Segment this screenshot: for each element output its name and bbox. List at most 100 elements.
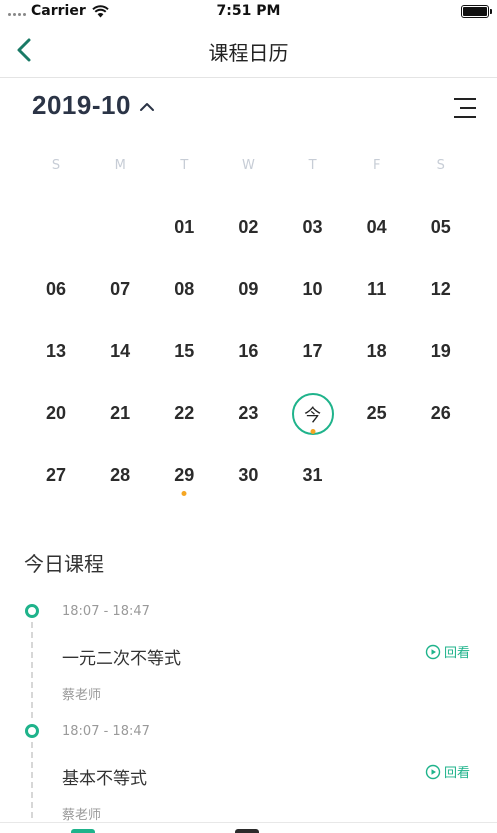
calendar-day[interactable]: 19 xyxy=(409,320,473,382)
weekday-label: M xyxy=(114,158,126,173)
weekday-header: S M T W T F S xyxy=(24,158,473,173)
status-time: 7:51 PM xyxy=(216,3,281,19)
replay-button[interactable]: 回看 xyxy=(425,762,470,781)
calendar-day[interactable]: 26 xyxy=(409,383,473,445)
calendar-day[interactable]: 29 xyxy=(152,445,216,507)
calendar-day-blank xyxy=(88,196,152,258)
month-picker[interactable]: 2019-10 xyxy=(32,90,155,121)
calendar-day[interactable]: 08 xyxy=(152,258,216,320)
calendar-day[interactable]: 01 xyxy=(152,196,216,258)
calendar-day[interactable]: 07 xyxy=(88,258,152,320)
calendar-day[interactable]: 22 xyxy=(152,383,216,445)
calendar-day-number: 23 xyxy=(238,403,259,424)
weekday-label: S xyxy=(51,158,61,173)
calendar-day-today[interactable]: 今 xyxy=(281,383,345,445)
calendar-day[interactable]: 30 xyxy=(216,445,280,507)
course-name: 一元二次不等式 xyxy=(62,649,181,669)
calendar-day-number: 13 xyxy=(46,340,67,361)
calendar-day[interactable]: 09 xyxy=(216,258,280,320)
calendar-day-number: 03 xyxy=(302,216,323,237)
calendar-day-number: 04 xyxy=(366,216,387,237)
calendar-day-number: 15 xyxy=(174,340,195,361)
course-indicator-dot xyxy=(181,490,187,496)
calendar-day-number: 28 xyxy=(110,465,131,486)
calendar-day[interactable]: 27 xyxy=(24,445,88,507)
calendar-day-number: 02 xyxy=(238,216,259,237)
calendar-day[interactable]: 28 xyxy=(88,445,152,507)
calendar-day-number: 11 xyxy=(367,278,387,299)
calendar-day-number: 01 xyxy=(174,216,195,237)
calendar-day-number: 06 xyxy=(46,278,67,299)
calendar-day[interactable]: 25 xyxy=(345,383,409,445)
timeline-node-icon xyxy=(25,604,39,618)
calendar-day[interactable]: 13 xyxy=(24,320,88,382)
replay-label: 回看 xyxy=(443,646,470,661)
calendar-day-blank xyxy=(24,196,88,258)
timeline-connector xyxy=(31,742,33,833)
calendar-day[interactable]: 15 xyxy=(152,320,216,382)
section-title: 今日课程 xyxy=(24,552,104,576)
calendar-day-number: 18 xyxy=(366,340,387,361)
calendar-day[interactable]: 05 xyxy=(409,196,473,258)
weekday-label: S xyxy=(436,158,445,173)
calendar-grid: 01 02 03 04 05 06 07 08 09 10 11 12 13 14 15 16 17 18 19 20… xyxy=(24,196,473,507)
menu-list-icon xyxy=(454,98,476,118)
tab-icon-profile[interactable] xyxy=(235,829,259,833)
calendar-day[interactable]: 10 xyxy=(281,258,345,320)
calendar-day[interactable]: 14 xyxy=(88,320,152,382)
calendar-day[interactable]: 17 xyxy=(281,320,345,382)
weekday-label: W xyxy=(242,158,255,173)
calendar-day[interactable]: 12 xyxy=(409,258,473,320)
course-item[interactable]: 18:07 - 18:47 基本不等式 蔡老师 回看 xyxy=(24,718,484,833)
calendar-day-number: 16 xyxy=(238,340,259,361)
replay-label: 回看 xyxy=(443,766,470,781)
course-time: 18:07 - 18:47 xyxy=(62,604,150,619)
course-item[interactable]: 18:07 - 18:47 一元二次不等式 蔡老师 回看 xyxy=(24,598,484,718)
calendar-day-number: 10 xyxy=(302,278,323,299)
calendar-day[interactable]: 02 xyxy=(216,196,280,258)
calendar-day-number: 27 xyxy=(46,465,67,486)
calendar-day-number: 14 xyxy=(110,340,131,361)
status-bar: Carrier 7:51 PM xyxy=(0,0,497,24)
calendar-day[interactable]: 04 xyxy=(345,196,409,258)
calendar-day-number: 20 xyxy=(46,403,67,424)
course-name: 基本不等式 xyxy=(62,769,147,789)
play-circle-icon xyxy=(425,764,441,779)
calendar-day-number: 17 xyxy=(302,340,323,361)
replay-button[interactable]: 回看 xyxy=(425,642,470,661)
calendar-day-number: 29 xyxy=(174,465,195,486)
calendar-day-number: 21 xyxy=(110,403,131,424)
course-teacher: 蔡老师 xyxy=(62,688,102,703)
calendar-day-number: 12 xyxy=(430,278,451,299)
chevron-up-icon xyxy=(139,102,154,111)
calendar-day-number: 31 xyxy=(302,465,323,486)
course-indicator-dot xyxy=(310,428,316,434)
nav-bar: 课程日历 xyxy=(0,24,497,78)
calendar-day-number: 22 xyxy=(174,403,195,424)
calendar-day[interactable]: 11 xyxy=(345,258,409,320)
tab-icon-calendar[interactable] xyxy=(71,829,95,833)
calendar-day[interactable]: 03 xyxy=(281,196,345,258)
calendar-day[interactable]: 16 xyxy=(216,320,280,382)
calendar-day[interactable]: 23 xyxy=(216,383,280,445)
calendar-day-number: 26 xyxy=(430,403,451,424)
calendar-day-number: 今 xyxy=(304,406,322,427)
calendar-day-number: 19 xyxy=(430,340,451,361)
month-label: 2019-10 xyxy=(32,90,131,120)
calendar-day[interactable]: 20 xyxy=(24,383,88,445)
course-teacher: 蔡老师 xyxy=(62,808,102,823)
timeline-node-icon xyxy=(25,724,39,738)
calendar-day[interactable]: 31 xyxy=(281,445,345,507)
play-circle-icon xyxy=(425,644,441,659)
calendar-day[interactable]: 06 xyxy=(24,258,88,320)
calendar-day-number: 08 xyxy=(174,278,195,299)
weekday-label: T xyxy=(180,158,189,173)
calendar-day-number: 07 xyxy=(110,278,131,299)
weekday-label: T xyxy=(308,158,317,173)
list-view-button[interactable] xyxy=(451,94,479,122)
calendar-day-number: 25 xyxy=(366,403,387,424)
battery-icon xyxy=(461,5,492,18)
calendar-day[interactable]: 21 xyxy=(88,383,152,445)
calendar-day[interactable]: 18 xyxy=(345,320,409,382)
page-title: 课程日历 xyxy=(208,41,289,65)
